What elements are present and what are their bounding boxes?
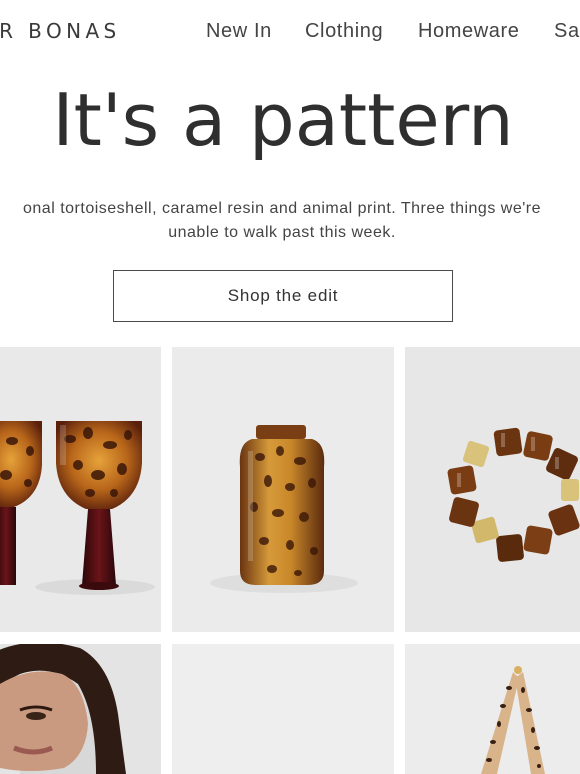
product-tile-bag[interactable] bbox=[405, 644, 580, 774]
site-header: VER BONAS New In Clothing Homeware Sa bbox=[0, 0, 580, 64]
tortoiseshell-wine-glasses-image bbox=[0, 347, 161, 632]
page: VER BONAS New In Clothing Homeware Sa It… bbox=[0, 0, 580, 774]
nav-item-sale[interactable]: Sa bbox=[554, 20, 580, 43]
hero-title: It's a pattern bbox=[52, 78, 514, 162]
hero-description-line-1: onal tortoiseshell, caramel resin and an… bbox=[23, 200, 541, 217]
product-tile-blank[interactable] bbox=[172, 644, 394, 774]
hero-description-line-2: unable to walk past this week. bbox=[168, 224, 396, 241]
brand-logo[interactable]: VER BONAS bbox=[0, 19, 121, 43]
product-tile-vase[interactable] bbox=[172, 347, 394, 632]
model-portrait-image bbox=[0, 644, 161, 774]
blank-product-image bbox=[172, 644, 394, 774]
leopard-print-bag-image bbox=[405, 644, 580, 774]
resin-bead-bracelet-image bbox=[405, 347, 580, 632]
shop-the-edit-button[interactable]: Shop the edit bbox=[113, 270, 453, 322]
product-tile-bracelet[interactable] bbox=[405, 347, 580, 632]
tortoiseshell-vase-image bbox=[172, 347, 394, 632]
nav-item-new-in[interactable]: New In bbox=[206, 20, 272, 43]
nav-item-homeware[interactable]: Homeware bbox=[418, 20, 520, 43]
hero-description: onal tortoiseshell, caramel resin and an… bbox=[0, 197, 580, 245]
product-tile-wine-glasses[interactable] bbox=[0, 347, 161, 632]
nav-item-clothing[interactable]: Clothing bbox=[305, 20, 383, 43]
product-tile-model[interactable] bbox=[0, 644, 161, 774]
